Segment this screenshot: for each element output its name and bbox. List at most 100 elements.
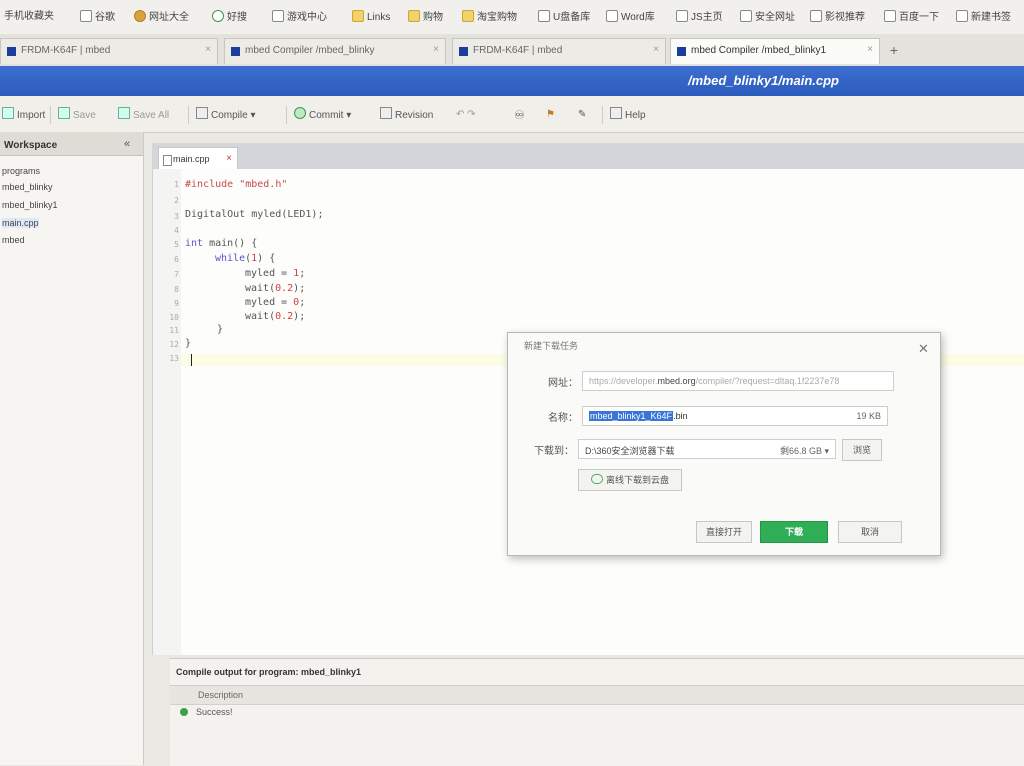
output-row: Success! [180, 707, 233, 717]
mbed-favicon [7, 47, 16, 56]
filename-extension: .bin [673, 411, 688, 421]
free-space-dropdown[interactable]: 剩66.8 GB ▾ [780, 444, 829, 457]
code-line: myled = 0; [245, 297, 305, 308]
line-number: 6 [174, 255, 179, 264]
bookmark-item[interactable]: 新建书签 [956, 10, 1011, 24]
url-prefix: https://developer. [589, 376, 658, 386]
toolbar-divider [602, 106, 603, 124]
help-icon [610, 107, 622, 119]
page-icon [676, 10, 688, 22]
undo-redo-arrows[interactable]: ↶ ↷ [456, 107, 476, 123]
code-line: } [217, 324, 224, 335]
import-button[interactable]: Import [2, 107, 45, 123]
format-icon[interactable]: ✎ [578, 107, 586, 123]
bookmark-item[interactable]: 安全网址 [740, 10, 795, 24]
code-token: main() { [203, 238, 258, 249]
editor-tab-main-cpp[interactable]: main.cpp × [158, 147, 238, 169]
close-icon[interactable]: × [205, 44, 211, 55]
bookmark-label: 安全网址 [755, 12, 795, 23]
page-icon [740, 10, 752, 22]
ide-toolbar: Import Save Save All Compile ▾ Commit ▾ … [0, 96, 1024, 133]
site-icon [212, 10, 224, 22]
page-icon [538, 10, 550, 22]
page-icon [956, 10, 968, 22]
find-replace-icon[interactable]: ⚑ [546, 107, 555, 123]
code-line: #include "mbed.h" [185, 179, 287, 190]
dialog-title: 新建下载任务 [524, 341, 579, 351]
bookmark-label: 百度一下 [899, 12, 939, 23]
bookmark-item[interactable]: 网址大全 [134, 10, 189, 24]
url-field[interactable]: https://developer.mbed.org/compiler/?req… [582, 371, 894, 391]
browser-tab[interactable]: mbed Compiler /mbed_blinky × [224, 38, 446, 64]
toolbar-divider [286, 106, 287, 124]
browse-button[interactable]: 浏览 [842, 439, 882, 461]
close-icon[interactable]: ✕ [918, 341, 929, 357]
bookmark-item[interactable]: 影视推荐 [810, 10, 865, 24]
bookmark-item[interactable]: 手机收藏夹 [4, 10, 54, 24]
commit-icon [294, 107, 306, 119]
bookmark-item[interactable]: JS主页 [676, 10, 723, 24]
filename-label: 名称： [548, 413, 578, 424]
bookmark-label: 网址大全 [149, 12, 189, 23]
line-number: 4 [174, 226, 179, 235]
toolbar-divider [188, 106, 189, 124]
tree-item-programs[interactable]: programs [2, 166, 40, 176]
filename-field[interactable]: mbed_blinky1_K64F.bin 19 KB [582, 406, 888, 426]
editor-tab-strip: main.cpp × [152, 143, 1024, 169]
cancel-button[interactable]: 取消 [838, 521, 902, 543]
binoculars-icon[interactable]: ♾ [514, 107, 525, 123]
tab-label: FRDM-K64F | mbed [21, 45, 111, 56]
browser-tab-active[interactable]: mbed Compiler /mbed_blinky1 × [670, 38, 880, 64]
revision-button[interactable]: Revision [380, 107, 433, 123]
save-button[interactable]: Save [58, 107, 96, 123]
download-button[interactable]: 下载 [760, 521, 828, 543]
success-icon [180, 708, 188, 716]
compile-output-panel: Compile output for program: mbed_blinky1… [170, 658, 1024, 766]
bookmark-item[interactable]: U盘备库 [538, 10, 590, 24]
code-token: ); [293, 311, 306, 322]
bookmark-item[interactable]: Word库 [606, 10, 655, 24]
site-icon [134, 10, 146, 22]
folder-icon [462, 10, 474, 22]
close-icon[interactable]: × [867, 44, 873, 55]
line-gutter: 1 2 3 4 5 6 7 8 9 10 11 12 13 [153, 169, 181, 655]
help-button[interactable]: Help [610, 107, 646, 123]
bookmark-label: U盘备库 [553, 12, 591, 23]
workspace-panel: Workspace « programs mbed_blinky mbed_bl… [0, 132, 144, 765]
tab-label: mbed Compiler /mbed_blinky [245, 45, 375, 56]
save-all-button[interactable]: Save All [118, 107, 169, 123]
open-direct-button[interactable]: 直接打开 [696, 521, 752, 543]
cloud-download-button[interactable]: 离线下载到云盘 [578, 469, 682, 491]
tree-item-mbed-blinky1[interactable]: mbed_blinky1 [2, 200, 58, 210]
cloud-icon [590, 474, 603, 484]
bookmark-item[interactable]: 淘宝购物 [462, 10, 517, 24]
browser-tab[interactable]: FRDM-K64F | mbed × [0, 38, 218, 64]
line-number: 11 [169, 326, 179, 335]
browser-tab[interactable]: FRDM-K64F | mbed × [452, 38, 666, 64]
tree-item-mbed[interactable]: mbed [2, 235, 25, 245]
page-icon [80, 10, 92, 22]
bookmark-item[interactable]: 好搜 [212, 10, 247, 24]
code-token: wait( [245, 283, 276, 294]
tree-item-mbed-blinky[interactable]: mbed_blinky [2, 182, 53, 192]
close-icon[interactable]: × [653, 44, 659, 55]
tree-item-main-cpp[interactable]: main.cpp [2, 218, 39, 228]
bookmark-item[interactable]: 购物 [408, 10, 443, 24]
tab-label: mbed Compiler /mbed_blinky1 [691, 45, 827, 56]
close-icon[interactable]: × [433, 44, 439, 55]
new-tab-button[interactable]: + [884, 40, 904, 60]
revision-icon [380, 107, 392, 119]
collapse-icon[interactable]: « [124, 138, 130, 150]
bookmark-item[interactable]: 游戏中心 [272, 10, 327, 24]
code-token: ; [299, 268, 306, 279]
bookmark-item[interactable]: Links [352, 10, 390, 24]
save-path-field[interactable]: D:\360安全浏览器下载 剩66.8 GB ▾ [578, 439, 836, 459]
compile-button[interactable]: Compile ▾ [196, 107, 256, 123]
bookmark-label: 购物 [423, 12, 443, 23]
page-icon [606, 10, 618, 22]
code-token: 0.2 [275, 283, 294, 294]
close-icon[interactable]: × [226, 153, 232, 164]
commit-button[interactable]: Commit ▾ [294, 107, 351, 123]
bookmark-item[interactable]: 百度一下 [884, 10, 939, 24]
bookmark-item[interactable]: 谷歌 [80, 10, 115, 24]
